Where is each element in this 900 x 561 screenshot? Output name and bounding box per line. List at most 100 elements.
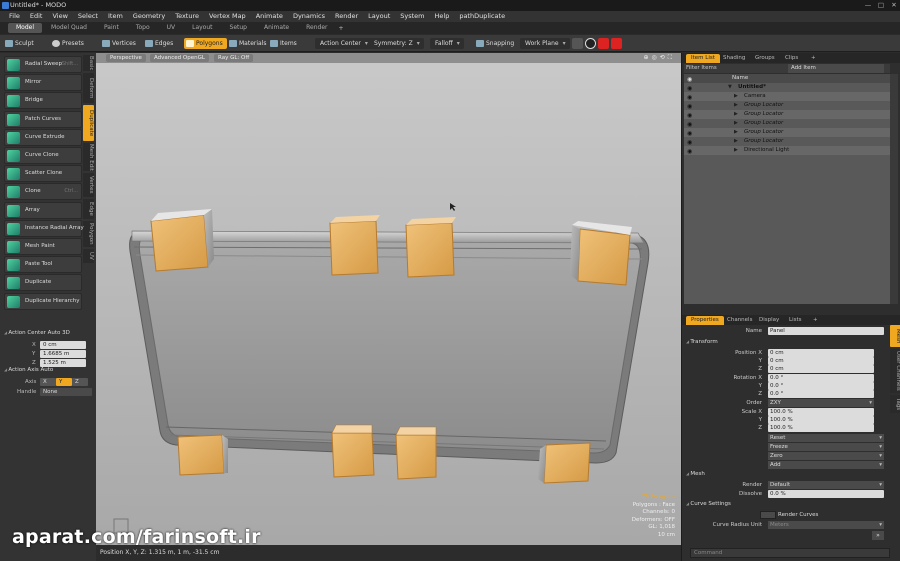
layout-tab-model-quad[interactable]: Model Quad <box>43 23 95 33</box>
prop-tab-add-icon[interactable]: + <box>808 316 823 325</box>
3d-viewport[interactable]: Perspective Advanced OpenGL Ray GL: Off … <box>96 53 681 545</box>
expand-arrow-icon[interactable]: ▶ <box>734 128 738 137</box>
scale-z-field[interactable]: 100.0 % <box>768 424 874 432</box>
ac-z-field[interactable]: 1.525 m <box>40 359 86 367</box>
symmetry-dropdown[interactable]: Symmetry: Z <box>369 38 424 49</box>
item-tab-add-icon[interactable]: + <box>806 54 821 63</box>
category-tab-uv[interactable]: UV <box>83 249 94 263</box>
render-dropdown[interactable]: Default <box>768 481 884 489</box>
tool-bridge[interactable]: Bridge <box>4 92 82 110</box>
item-tab-item-list[interactable]: Item List <box>686 54 720 63</box>
layout-tab-layout[interactable]: Layout <box>184 23 220 33</box>
command-input[interactable]: Command <box>690 548 890 558</box>
layout-tab-setup[interactable]: Setup <box>222 23 255 33</box>
expand-arrow-icon[interactable]: ▶ <box>734 110 738 119</box>
tool-instance-radial-array[interactable]: Instance Radial Array <box>4 219 84 237</box>
expand-button[interactable]: » <box>872 531 884 540</box>
expand-arrow-icon[interactable]: ▶ <box>734 119 738 128</box>
ac-x-field[interactable]: 0 cm <box>40 341 86 349</box>
item-row[interactable]: ◉ ▶ Group Locator <box>684 128 890 137</box>
tool-paste-tool[interactable]: Paste Tool <box>4 256 82 274</box>
category-tab-edge[interactable]: Edge <box>83 199 94 219</box>
freeze-dropdown[interactable]: Freeze <box>768 443 884 451</box>
materials-button[interactable]: Materials <box>227 38 271 49</box>
item-row[interactable]: ◉ ▶ Group Locator <box>684 101 890 110</box>
work-plane-dropdown[interactable]: Work Plane <box>520 38 570 49</box>
item-row[interactable]: ◉ ▶ Group Locator <box>684 137 890 146</box>
menu-view[interactable]: View <box>47 11 72 22</box>
visibility-eye-icon[interactable]: ◉ <box>687 147 692 156</box>
menu-render[interactable]: Render <box>330 11 363 22</box>
expand-arrow-icon[interactable]: ▶ <box>734 92 738 101</box>
maximize-button[interactable]: □ <box>875 0 887 11</box>
menu-vertex-map[interactable]: Vertex Map <box>204 11 251 22</box>
side-tab-user-channels[interactable]: User Channels <box>890 349 900 393</box>
item-row[interactable]: ◉ ▶ Camera <box>684 92 890 101</box>
axis-x-button[interactable]: X <box>40 378 56 386</box>
layout-tab-topo[interactable]: Topo <box>128 23 158 33</box>
action-center-dropdown[interactable]: Action Center <box>315 38 372 49</box>
sculpt-button[interactable]: Sculpt <box>3 38 38 49</box>
tool-clone[interactable]: Clone Ctrl... <box>4 183 82 201</box>
order-dropdown[interactable]: ZXY <box>768 399 874 407</box>
tool-duplicate-hierarchy[interactable]: Duplicate Hierarchy <box>4 292 82 310</box>
zero-dropdown[interactable]: Zero <box>768 452 884 460</box>
reset-dropdown[interactable]: Reset <box>768 434 884 442</box>
item-tab-shading[interactable]: Shading <box>718 54 750 63</box>
category-tab-vertex[interactable]: Vertex <box>83 173 94 197</box>
item-row[interactable]: ◉ ▶ Directional Light <box>684 146 890 155</box>
render-red-icon[interactable] <box>611 38 622 49</box>
item-tab-clips[interactable]: Clips <box>780 54 803 63</box>
expand-arrow-icon[interactable]: ▶ <box>734 101 738 110</box>
items-button[interactable]: Items <box>268 38 301 49</box>
side-tab-tags[interactable]: Tags <box>890 395 900 413</box>
menu-dynamics[interactable]: Dynamics <box>288 11 330 22</box>
layout-tab-render[interactable]: Render <box>298 23 335 33</box>
position-y-field[interactable]: 0 cm <box>768 357 874 365</box>
menu-geometry[interactable]: Geometry <box>128 11 170 22</box>
vertices-button[interactable]: Vertices <box>100 38 140 49</box>
axis-y-button[interactable]: Y <box>56 378 72 386</box>
add-layout-icon[interactable]: + <box>339 25 344 32</box>
tool-radial-sweep[interactable]: Radial Sweep Shift... <box>4 56 82 73</box>
ac-y-field[interactable]: 1.6685 m <box>40 350 86 358</box>
tool-curve-extrude[interactable]: Curve Extrude <box>4 128 82 146</box>
snapping-button[interactable]: Snapping <box>474 38 518 49</box>
scale-x-field[interactable]: 100.0 % <box>768 408 874 416</box>
menu-item[interactable]: Item <box>103 11 128 22</box>
item-tab-groups[interactable]: Groups <box>750 54 780 63</box>
rotation-y-field[interactable]: 0.0 ° <box>768 382 874 390</box>
falloff-dropdown[interactable]: Falloff <box>430 38 464 49</box>
collapse-arrow-icon[interactable]: ▼ <box>728 83 732 92</box>
expand-arrow-icon[interactable]: ▶ <box>734 146 738 155</box>
polygons-button[interactable]: Polygons <box>184 38 227 49</box>
position-z-field[interactable]: 0 cm <box>768 365 874 373</box>
add-dropdown[interactable]: Add <box>768 461 884 469</box>
scale-y-field[interactable]: 100.0 % <box>768 416 874 424</box>
add-item-dropdown[interactable]: Add Item <box>788 64 884 73</box>
prop-tab-properties[interactable]: Properties <box>686 316 724 325</box>
category-tab-mesh-edit[interactable]: Mesh Edit <box>83 143 94 171</box>
name-field[interactable]: Panel <box>768 327 884 335</box>
expand-arrow-icon[interactable]: ▶ <box>734 137 738 146</box>
presets-button[interactable]: Presets <box>50 38 88 49</box>
item-row[interactable]: ◉ ▶ Group Locator <box>684 119 890 128</box>
axis-z-button[interactable]: Z <box>72 378 88 386</box>
tool-duplicate[interactable]: Duplicate <box>4 274 82 292</box>
tool-mirror[interactable]: Mirror <box>4 74 82 92</box>
layout-tab-model[interactable]: Model <box>8 23 43 33</box>
position-x-field[interactable]: 0 cm <box>768 349 874 357</box>
menu-animate[interactable]: Animate <box>251 11 288 22</box>
item-row[interactable]: ◉ ▶ Group Locator <box>684 110 890 119</box>
menu-file[interactable]: File <box>4 11 25 22</box>
menu-texture[interactable]: Texture <box>170 11 204 22</box>
prop-tab-channels[interactable]: Channels <box>722 316 757 325</box>
rotation-z-field[interactable]: 0.0 ° <box>768 390 874 398</box>
tool-curve-clone[interactable]: Curve Clone <box>4 147 82 164</box>
dissolve-field[interactable]: 0.0 % <box>768 490 884 498</box>
handle-dropdown[interactable]: None <box>40 388 92 396</box>
half-circle-icon[interactable] <box>585 38 596 49</box>
menu-edit[interactable]: Edit <box>25 11 48 22</box>
tool-mesh-paint[interactable]: Mesh Paint <box>4 238 82 255</box>
render-curves-checkbox[interactable] <box>760 511 776 519</box>
